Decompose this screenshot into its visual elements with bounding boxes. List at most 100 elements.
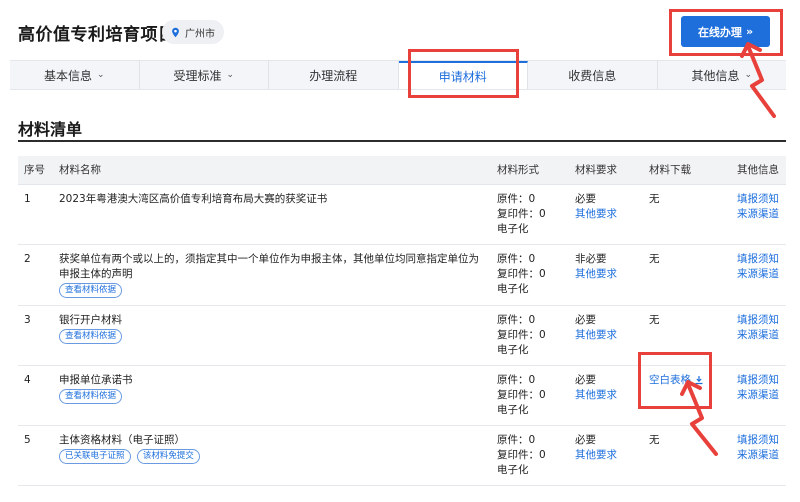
source-channel-link[interactable]: 来源渠道: [737, 267, 780, 282]
other-requirements-link[interactable]: 其他要求: [575, 448, 637, 463]
online-apply-label: 在线办理: [697, 25, 742, 39]
blank-form-label: 空白表格: [649, 373, 691, 386]
other-requirements-link[interactable]: 其他要求: [575, 207, 637, 222]
tab-basic-info[interactable]: 基本信息 ⌄: [10, 61, 140, 89]
fill-notes-link[interactable]: 填报须知: [737, 192, 780, 207]
view-basis-tag[interactable]: 查看材料依据: [59, 328, 123, 344]
col-header-download: 材料下载: [643, 156, 731, 185]
view-basis-tag[interactable]: 查看材料依据: [59, 282, 123, 298]
tab-process[interactable]: 办理流程: [269, 61, 399, 89]
form-original: 原件：0: [497, 192, 536, 205]
tab-label: 收费信息: [568, 68, 617, 83]
other-requirements-link[interactable]: 其他要求: [575, 267, 637, 282]
tab-bar: 基本信息 ⌄ 受理标准 ⌄ 办理流程 申请材料 收费信息 其他信息 ⌄: [10, 60, 786, 90]
view-basis-tag[interactable]: 查看材料依据: [59, 388, 123, 404]
material-name-cell: 主体资格材料（电子证照） 已关联电子证照 该材料免提交: [53, 425, 491, 486]
table-row: 4 申报单位承诺书 查看材料依据 原件：0 复印件：0 电子化 必要 其他要求 …: [18, 365, 786, 426]
table-header-row: 序号 材料名称 材料形式 材料要求 材料下载 其他信息: [18, 156, 786, 185]
form-copy: 复印件：0: [497, 448, 546, 461]
fill-notes-link[interactable]: 填报须知: [737, 433, 780, 448]
material-name: 2023年粤港澳大湾区高价值专利培育布局大赛的获奖证书: [59, 192, 328, 205]
other-info-cell: 填报须知 来源渠道: [731, 184, 786, 245]
online-apply-button[interactable]: 在线办理 »: [681, 16, 770, 47]
material-name: 主体资格材料（电子证照）: [59, 433, 185, 446]
tab-acceptance-criteria[interactable]: 受理标准 ⌄: [140, 61, 269, 89]
chevron-down-icon: ⌄: [96, 70, 105, 80]
exempt-submission-tag[interactable]: 该材料免提交: [136, 448, 200, 464]
tab-fees[interactable]: 收费信息: [528, 61, 658, 89]
download-cell: 空白表格: [643, 365, 731, 426]
form-original: 原件：0: [497, 252, 536, 265]
linked-license-tag[interactable]: 已关联电子证照: [59, 448, 131, 464]
tab-label: 其他信息: [691, 68, 740, 83]
material-requirement-cell: 必要 其他要求: [569, 365, 643, 426]
material-name-cell: 2023年粤港澳大湾区高价值专利培育布局大赛的获奖证书: [53, 184, 491, 245]
fill-notes-link[interactable]: 填报须知: [737, 252, 780, 267]
chevron-down-icon: ⌄: [744, 70, 753, 80]
double-chevron-right-icon: »: [745, 25, 754, 38]
source-channel-link[interactable]: 来源渠道: [737, 328, 780, 343]
requirement-text: 必要: [575, 192, 596, 205]
source-channel-link[interactable]: 来源渠道: [737, 448, 780, 463]
material-form-cell: 原件：0 复印件：0 电子化: [491, 244, 569, 306]
material-name: 申报单位承诺书: [59, 373, 133, 386]
tab-application-materials[interactable]: 申请材料: [398, 61, 528, 89]
city-tag[interactable]: 广州市: [162, 20, 224, 44]
material-requirement-cell: 必要 其他要求: [569, 305, 643, 366]
material-form-cell: 原件：0 复印件：0 电子化: [491, 425, 569, 486]
section-title: 材料清单: [18, 120, 83, 139]
download-cell: 无: [643, 305, 731, 366]
download-cell: 无: [643, 425, 731, 486]
fill-notes-link[interactable]: 填报须知: [737, 373, 780, 388]
blank-form-download-link[interactable]: 空白表格: [649, 373, 704, 388]
location-pin-icon: [172, 27, 179, 37]
download-cell: 无: [643, 244, 731, 306]
form-digital: 电子化: [497, 222, 529, 235]
form-original: 原件：0: [497, 373, 536, 386]
table-row: 5 主体资格材料（电子证照） 已关联电子证照 该材料免提交 原件：0 复印件：0…: [18, 425, 786, 486]
tab-label: 基本信息: [43, 68, 92, 83]
other-info-cell: 填报须知 来源渠道: [731, 365, 786, 426]
table-row: 1 2023年粤港澳大湾区高价值专利培育布局大赛的获奖证书 原件：0 复印件：0…: [18, 184, 786, 245]
form-original: 原件：0: [497, 433, 536, 446]
source-channel-link[interactable]: 来源渠道: [737, 388, 780, 403]
material-name-cell: 银行开户材料 查看材料依据: [53, 305, 491, 366]
col-header-other: 其他信息: [731, 156, 786, 185]
tab-other-info[interactable]: 其他信息 ⌄: [658, 61, 787, 89]
form-original: 原件：0: [497, 313, 536, 326]
other-requirements-link[interactable]: 其他要求: [575, 328, 637, 343]
form-digital: 电子化: [497, 463, 529, 476]
requirement-text: 非必要: [575, 252, 607, 265]
form-copy: 复印件：0: [497, 207, 546, 220]
row-no: 1: [18, 184, 53, 245]
material-form-cell: 原件：0 复印件：0 电子化: [491, 305, 569, 366]
material-name: 银行开户材料: [59, 313, 122, 326]
col-header-no: 序号: [18, 156, 53, 185]
form-copy: 复印件：0: [497, 388, 546, 401]
form-copy: 复印件：0: [497, 267, 546, 280]
form-digital: 电子化: [497, 282, 529, 295]
form-digital: 电子化: [497, 403, 529, 416]
form-copy: 复印件：0: [497, 328, 546, 341]
download-cell: 无: [643, 184, 731, 245]
materials-table: 序号 材料名称 材料形式 材料要求 材料下载 其他信息 1 2023年粤港澳大湾…: [18, 156, 786, 486]
tab-label: 办理流程: [309, 68, 358, 83]
material-name-cell: 获奖单位有两个或以上的，须指定其中一个单位作为申报主体，其他单位均同意指定单位为…: [53, 244, 491, 306]
download-icon: [695, 376, 703, 385]
other-requirements-link[interactable]: 其他要求: [575, 388, 637, 403]
material-form-cell: 原件：0 复印件：0 电子化: [491, 365, 569, 426]
source-channel-link[interactable]: 来源渠道: [737, 207, 780, 222]
material-requirement-cell: 必要 其他要求: [569, 425, 643, 486]
city-label: 广州市: [185, 28, 215, 40]
chevron-down-icon: ⌄: [226, 70, 235, 80]
other-info-cell: 填报须知 来源渠道: [731, 425, 786, 486]
page-title: 高价值专利培育项目: [18, 25, 176, 45]
col-header-form: 材料形式: [491, 156, 569, 185]
fill-notes-link[interactable]: 填报须知: [737, 313, 780, 328]
col-header-name: 材料名称: [53, 156, 491, 185]
requirement-text: 必要: [575, 433, 596, 446]
other-info-cell: 填报须知 来源渠道: [731, 305, 786, 366]
row-no: 4: [18, 365, 53, 426]
material-requirement-cell: 非必要 其他要求: [569, 244, 643, 306]
material-form-cell: 原件：0 复印件：0 电子化: [491, 184, 569, 245]
